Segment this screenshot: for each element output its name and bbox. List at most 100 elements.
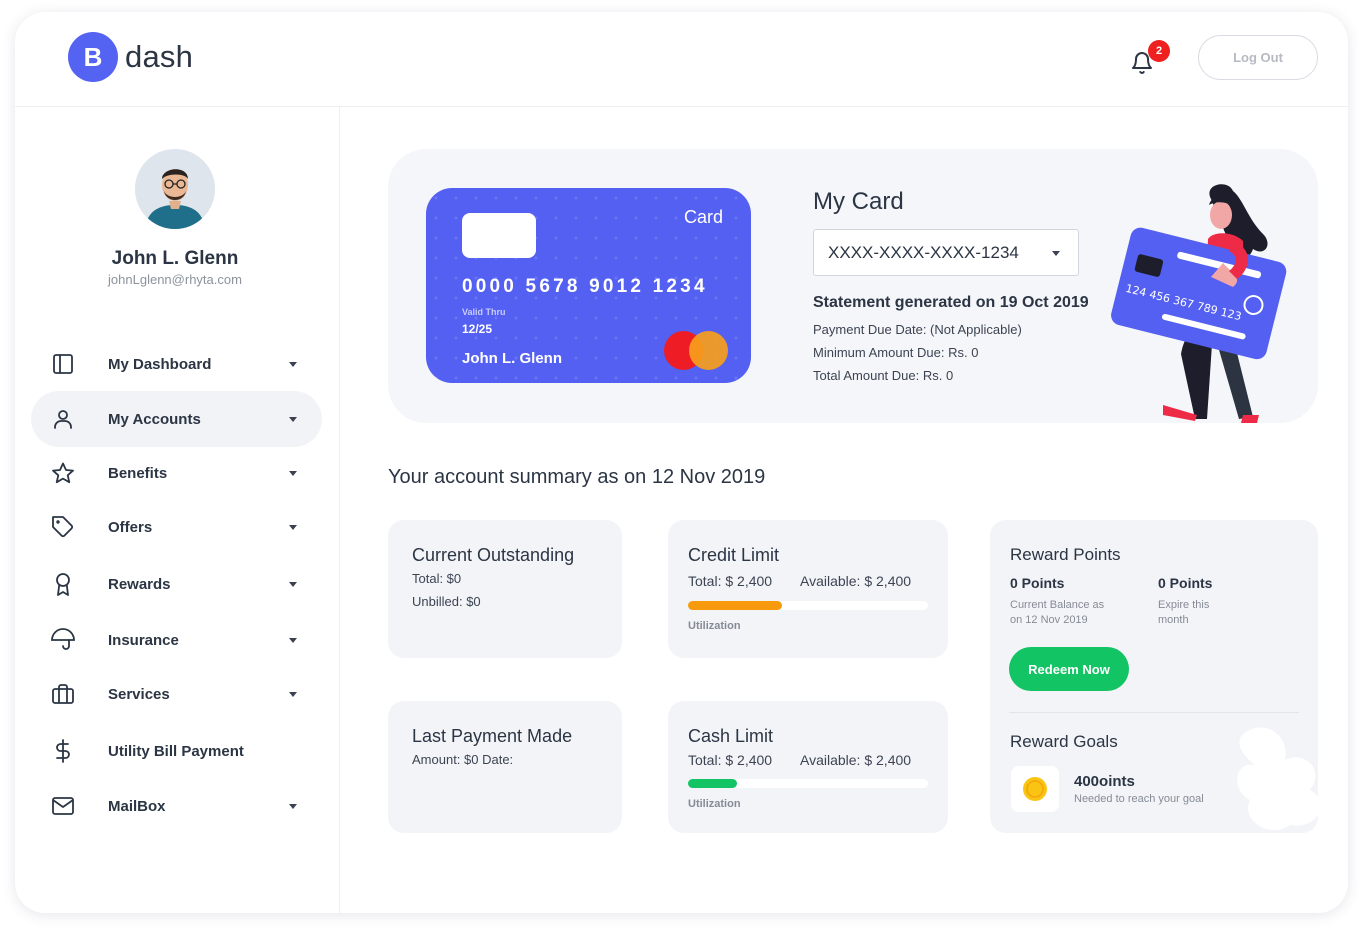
card-label: Card xyxy=(683,207,723,227)
nav-label: Insurance xyxy=(108,631,179,649)
credit-utilization-fill xyxy=(688,601,782,610)
nav-item-mailbox[interactable]: MailBox xyxy=(31,778,322,834)
umbrella-icon xyxy=(51,628,75,650)
nav-item-benefits[interactable]: Benefits xyxy=(31,445,322,501)
app-window: B dash 2 Log Out John L. Glenn johnLglen… xyxy=(15,12,1348,913)
nav-label: Utility Bill Payment xyxy=(108,742,244,760)
caret-down-icon xyxy=(289,637,297,643)
caret-down-icon xyxy=(1052,251,1060,256)
nav-item-my-dashboard[interactable]: My Dashboard xyxy=(31,336,322,392)
cash-limit-total: Total: $ 2,400 xyxy=(688,752,773,768)
cash-utilization-fill xyxy=(688,779,738,788)
nav-label: My Accounts xyxy=(108,410,201,428)
user-icon xyxy=(54,410,72,429)
reward-points-title: Reward Points xyxy=(1010,545,1121,564)
avatar-photo xyxy=(135,149,215,229)
box-title: Credit Limit xyxy=(688,545,780,565)
caret-down-icon xyxy=(289,803,297,809)
cash-limit-available: Available: $ 2,400 xyxy=(800,752,912,768)
minimum-amount-due: Minimum Amount Due: Rs. 0 xyxy=(813,345,979,360)
goal-note: Needed to reach your goal xyxy=(1074,793,1204,805)
star-icon xyxy=(52,462,74,484)
credit-limit-available: Available: $ 2,400 xyxy=(800,573,912,589)
reward-points-card: Reward Points 0 Points Current Balance a… xyxy=(990,520,1318,833)
logout-button[interactable]: Log Out xyxy=(1198,35,1318,80)
card-holder-name: John L. Glenn xyxy=(462,350,562,367)
nav-label: Benefits xyxy=(108,464,168,482)
dollar-icon xyxy=(56,739,70,763)
current-points: 0 Points xyxy=(1010,575,1065,591)
statement-date: Statement generated on 19 Oct 2019 xyxy=(813,294,1089,311)
caret-down-icon xyxy=(289,470,297,476)
my-card-title: My Card xyxy=(813,188,904,215)
last-payment-detail: Amount: $0 Date: xyxy=(412,752,514,767)
nav-label: Rewards xyxy=(108,575,171,593)
caret-down-icon xyxy=(289,581,297,587)
user-email: johnLglenn@rhyta.com xyxy=(108,272,242,287)
current-points-note: Current Balance as on 12 Nov 2019 xyxy=(1010,599,1105,626)
last-payment-card: Last Payment Made Amount: $0 Date: xyxy=(388,701,622,833)
valid-thru-label: Valid Thru xyxy=(462,307,506,317)
caret-down-icon xyxy=(289,361,297,367)
woman-holding-card-illustration: 124 456 367 789 123 xyxy=(1111,184,1287,423)
nav-label: My Dashboard xyxy=(108,355,212,373)
leaf-decoration-icon xyxy=(1237,727,1318,831)
nav-label: Offers xyxy=(108,518,153,536)
outstanding-unbilled: Unbilled: $0 xyxy=(412,594,481,609)
divider xyxy=(1009,712,1299,713)
outstanding-total: Total: $0 xyxy=(412,571,462,586)
reward-goals-title: Reward Goals xyxy=(1010,732,1118,751)
nav-item-insurance[interactable]: Insurance xyxy=(31,612,322,668)
top-header: B dash 2 Log Out xyxy=(15,12,1348,107)
box-title: Last Payment Made xyxy=(412,726,573,746)
logo-text: dash xyxy=(125,39,194,74)
caret-down-icon xyxy=(289,416,297,422)
payment-due-date: Payment Due Date: (Not Applicable) xyxy=(813,322,1022,337)
brand-logo[interactable]: B dash xyxy=(68,32,193,82)
utilization-label: Utilization xyxy=(688,620,741,632)
mail-icon xyxy=(52,797,74,815)
avatar[interactable] xyxy=(135,149,215,229)
box-title: Cash Limit xyxy=(688,726,774,746)
briefcase-icon xyxy=(52,684,74,704)
my-card-panel: Card 0000 5678 9012 1234 Valid Thru 12/2… xyxy=(388,149,1318,423)
goal-points: 400oints xyxy=(1074,773,1135,790)
card-select-value: XXXX-XXXX-XXXX-1234 xyxy=(828,242,1019,262)
nav-item-rewards[interactable]: Rewards xyxy=(31,556,322,612)
card-number: 0000 5678 9012 1234 xyxy=(462,276,708,297)
nav-label: MailBox xyxy=(108,797,166,815)
nav-item-utility-bill-payment[interactable]: Utility Bill Payment xyxy=(31,723,322,779)
credit-limit-card: Credit Limit Total: $ 2,400 Available: $… xyxy=(668,520,948,658)
summary-title: Your account summary as on 12 Nov 2019 xyxy=(388,466,766,488)
caret-down-icon xyxy=(289,524,297,530)
cash-utilization-bar xyxy=(688,779,928,788)
box-title: Current Outstanding xyxy=(412,545,575,565)
current-outstanding-card: Current Outstanding Total: $0 Unbilled: … xyxy=(388,520,622,658)
nav-item-my-accounts[interactable]: My Accounts xyxy=(31,391,322,447)
utilization-label: Utilization xyxy=(688,798,741,810)
card-chip xyxy=(462,213,536,258)
expiring-points: 0 Points xyxy=(1158,575,1213,591)
caret-down-icon xyxy=(289,691,297,697)
coin-icon xyxy=(1023,777,1047,801)
expiring-points-note: Expire this month xyxy=(1158,599,1210,626)
award-icon xyxy=(56,573,70,596)
user-name: John L. Glenn xyxy=(111,248,239,269)
credit-utilization-bar xyxy=(688,601,928,610)
sidebar-layout-icon xyxy=(53,354,73,374)
nav-label: Services xyxy=(108,685,170,703)
credit-card[interactable]: Card 0000 5678 9012 1234 Valid Thru 12/2… xyxy=(426,188,751,383)
cash-limit-card: Cash Limit Total: $ 2,400 Available: $ 2… xyxy=(668,701,948,833)
tag-icon xyxy=(52,516,74,538)
total-amount-due: Total Amount Due: Rs. 0 xyxy=(813,368,954,383)
redeem-now-button[interactable]: Redeem Now xyxy=(1009,647,1129,691)
logo-badge: B xyxy=(68,32,118,82)
credit-limit-total: Total: $ 2,400 xyxy=(688,573,773,589)
mastercard-logo-icon xyxy=(689,331,728,370)
notification-badge: 2 xyxy=(1148,40,1170,62)
card-select[interactable]: XXXX-XXXX-XXXX-1234 xyxy=(813,229,1079,276)
goal-icon-box xyxy=(1011,766,1059,812)
valid-thru-date: 12/25 xyxy=(462,322,493,336)
nav-item-services[interactable]: Services xyxy=(31,666,322,722)
nav-item-offers[interactable]: Offers xyxy=(31,499,322,555)
